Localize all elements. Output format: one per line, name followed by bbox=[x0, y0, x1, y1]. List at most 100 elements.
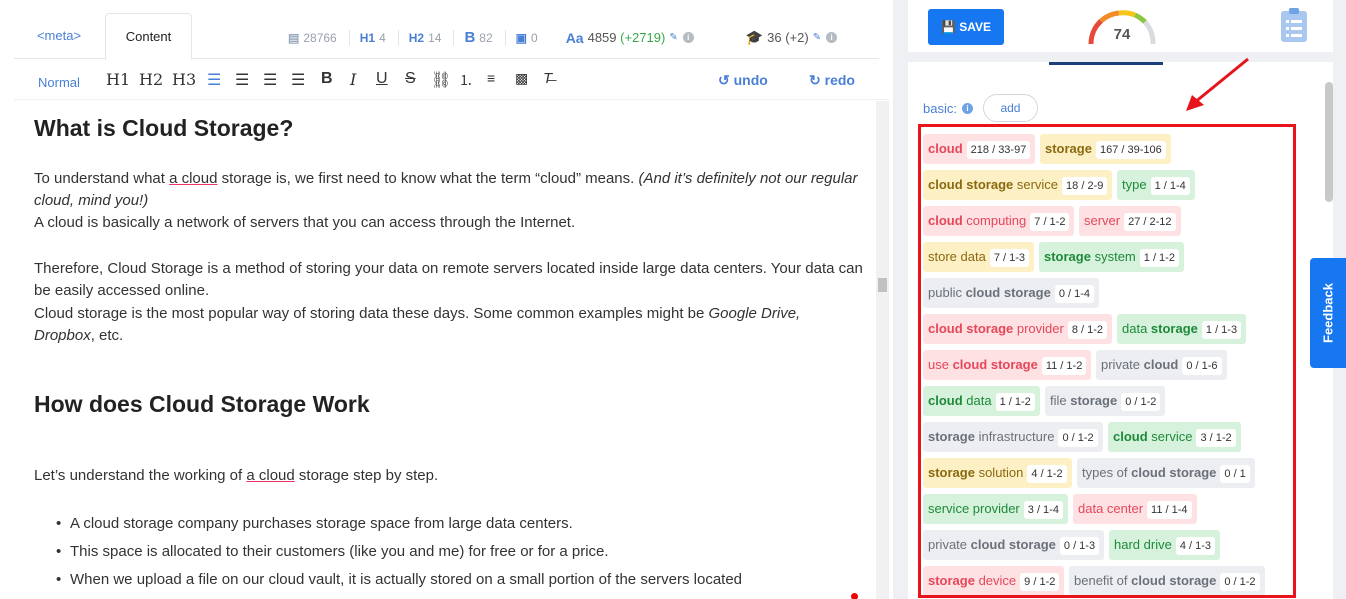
keyword-chip[interactable]: service provider 3 / 1-4 bbox=[923, 494, 1068, 524]
paragraph-style-select[interactable]: Normal bbox=[38, 75, 80, 90]
keyword-match: cloud storage bbox=[928, 177, 1014, 192]
keyword-text: use bbox=[928, 357, 953, 372]
bold-button-icon[interactable]: B bbox=[321, 70, 333, 88]
keyword-count: 9 / 1-2 bbox=[1020, 573, 1060, 591]
keyword-count: 27 / 2-12 bbox=[1124, 213, 1176, 231]
keyword-match: storage bbox=[928, 429, 975, 444]
text: , etc. bbox=[90, 327, 124, 344]
keyword-text: public bbox=[928, 285, 966, 300]
stat-h1: H1 4 bbox=[360, 31, 386, 45]
keyword-text: server bbox=[1084, 213, 1121, 228]
keyword-chip[interactable]: storage infrastructure 0 / 1-2 bbox=[923, 422, 1103, 452]
paragraph-3: Therefore, Cloud Storage is a method of … bbox=[34, 260, 863, 299]
align-right-icon[interactable]: ☰ bbox=[263, 70, 277, 90]
keyword-count: 3 / 1-4 bbox=[1023, 501, 1063, 519]
keyword-chip[interactable]: data storage 1 / 1-3 bbox=[1117, 314, 1247, 344]
info-icon[interactable]: i bbox=[682, 32, 694, 43]
strikethrough-button-icon[interactable]: S bbox=[405, 70, 416, 88]
link-icon[interactable]: ⛓ bbox=[431, 70, 451, 90]
keyword-chip[interactable]: storage system 1 / 1-2 bbox=[1039, 242, 1184, 272]
clipboard-icon[interactable] bbox=[1280, 7, 1308, 43]
keyword-count: 11 / 1-2 bbox=[1041, 357, 1087, 375]
keyword-chip[interactable]: private cloud 0 / 1-6 bbox=[1096, 350, 1227, 380]
redo-button[interactable]: ↻ redo bbox=[809, 72, 855, 89]
keyword-chip[interactable]: use cloud storage 11 / 1-2 bbox=[923, 350, 1092, 380]
stat-word-count: Aa 4859 (+2719) ✎ i bbox=[566, 30, 694, 46]
image-insert-icon[interactable]: ▩ bbox=[515, 70, 528, 87]
keyword-chip[interactable]: storage device 9 / 1-2 bbox=[923, 566, 1065, 595]
tab-content[interactable]: Content bbox=[105, 13, 192, 60]
keyword-chip[interactable]: type 1 / 1-4 bbox=[1117, 170, 1195, 200]
keyword-chip[interactable]: cloud storage provider 8 / 1-2 bbox=[923, 314, 1113, 344]
editor-scrollbar[interactable] bbox=[876, 101, 889, 599]
paragraph-2: A cloud is basically a network of server… bbox=[34, 214, 576, 231]
stat-images: ▣ 0 bbox=[516, 31, 538, 45]
undo-label: undo bbox=[733, 72, 768, 88]
scrollbar-thumb[interactable] bbox=[878, 278, 887, 292]
h3-button[interactable]: H3 bbox=[172, 70, 196, 89]
keyword-count: 4 / 1-2 bbox=[1027, 465, 1067, 483]
keyword-chip[interactable]: hard drive 4 / 1-3 bbox=[1109, 530, 1220, 560]
stat-value: 28766 bbox=[303, 30, 337, 45]
keyword-chip[interactable]: storage 167 / 39-106 bbox=[1040, 134, 1171, 164]
align-center-icon[interactable]: ☰ bbox=[235, 70, 249, 90]
keyword-count: 7 / 1-2 bbox=[1030, 213, 1070, 231]
active-tab-indicator bbox=[1049, 62, 1163, 65]
keyword-text: types of bbox=[1082, 465, 1132, 480]
info-icon[interactable]: i bbox=[961, 102, 973, 114]
editor-content[interactable]: What is Cloud Storage? To understand wha… bbox=[14, 101, 876, 599]
app-root: <meta> Content ▤ 28766 H1 4 H2 14 B 82 ▣ 0 Aa… bbox=[0, 0, 1346, 599]
edit-icon[interactable]: ✎ bbox=[669, 32, 677, 43]
keyword-chip[interactable]: storage solution 4 / 1-2 bbox=[923, 458, 1072, 488]
clear-format-icon[interactable]: T̶ bbox=[543, 70, 552, 87]
bullet-list-icon[interactable]: ≡ bbox=[487, 70, 495, 86]
keyword-chip[interactable]: cloud storage service 18 / 2-9 bbox=[923, 170, 1113, 200]
align-left-icon[interactable]: ☰ bbox=[207, 70, 221, 90]
undo-button[interactable]: ↺ undo bbox=[718, 72, 768, 89]
keyword-text: data bbox=[962, 393, 992, 408]
keyword-chip[interactable]: store data 7 / 1-3 bbox=[923, 242, 1035, 272]
content-stats: ▤ 28766 H1 4 H2 14 B 82 ▣ 0 Aa 4859 (+2719) ✎ i … bbox=[288, 29, 849, 46]
keywords-highlight-box: cloud 218 / 33-97 storage 167 / 39-106 cloud… bbox=[918, 124, 1296, 598]
scrollbar-thumb[interactable] bbox=[1325, 82, 1333, 202]
keyword-chip[interactable]: benefit of cloud storage 0 / 1-2 bbox=[1069, 566, 1265, 595]
list-item: A cloud storage company purchases storag… bbox=[56, 515, 573, 532]
edit-icon[interactable]: ✎ bbox=[813, 32, 821, 43]
keyword-count: 1 / 1-3 bbox=[1201, 321, 1242, 339]
keyword-text: private bbox=[1101, 357, 1144, 372]
h2-button[interactable]: H2 bbox=[139, 70, 163, 89]
keyword-chip[interactable]: private cloud storage 0 / 1-3 bbox=[923, 530, 1105, 560]
bold-icon: B bbox=[464, 29, 476, 46]
italic-button-icon[interactable]: I bbox=[350, 70, 356, 89]
info-icon[interactable]: i bbox=[826, 32, 838, 43]
keyword-chip[interactable]: cloud service 3 / 1-2 bbox=[1108, 422, 1241, 452]
keyword-chip[interactable]: cloud data 1 / 1-2 bbox=[923, 386, 1040, 416]
h1-button[interactable]: H1 bbox=[106, 70, 130, 89]
keyword-match: cloud storage bbox=[1131, 465, 1217, 480]
keyword-chip[interactable]: cloud 218 / 33-97 bbox=[923, 134, 1036, 164]
add-keyword-button[interactable]: add bbox=[982, 94, 1038, 122]
align-justify-icon[interactable]: ☰ bbox=[291, 70, 305, 90]
keyword-text: store data bbox=[928, 249, 986, 264]
save-button[interactable]: 💾 SAVE bbox=[928, 9, 1004, 45]
keyword-chip[interactable]: public cloud storage 0 / 1-4 bbox=[923, 278, 1100, 308]
feedback-tab[interactable]: Feedback bbox=[1310, 258, 1346, 368]
keyword-chip[interactable]: server 27 / 2-12 bbox=[1079, 206, 1181, 236]
ordered-list-icon[interactable]: ⒈ bbox=[459, 70, 473, 90]
keyword-match: cloud storage bbox=[952, 357, 1038, 372]
underline-button-icon[interactable]: U bbox=[376, 70, 388, 88]
keyword-chip[interactable]: cloud computing 7 / 1-2 bbox=[923, 206, 1075, 236]
keyword-chip[interactable]: types of cloud storage 0 / 1 bbox=[1077, 458, 1255, 488]
keyword-match: cloud storage bbox=[1131, 573, 1217, 588]
keyword-count: 1 / 1-2 bbox=[995, 393, 1035, 411]
text: Let’s understand the working of bbox=[34, 467, 247, 484]
keyword-count: 0 / 1-2 bbox=[1058, 429, 1098, 447]
keyword-chip[interactable]: data center 11 / 1-4 bbox=[1073, 494, 1197, 524]
tab-meta[interactable]: <meta> bbox=[14, 13, 104, 59]
font-size-icon: Aa bbox=[565, 29, 584, 46]
keyword-match: storage bbox=[1045, 141, 1092, 156]
keyword-text: solution bbox=[974, 465, 1024, 480]
keyword-match: cloud bbox=[1113, 429, 1148, 444]
keyword-chip[interactable]: file storage 0 / 1-2 bbox=[1045, 386, 1166, 416]
save-label: SAVE bbox=[959, 20, 992, 34]
